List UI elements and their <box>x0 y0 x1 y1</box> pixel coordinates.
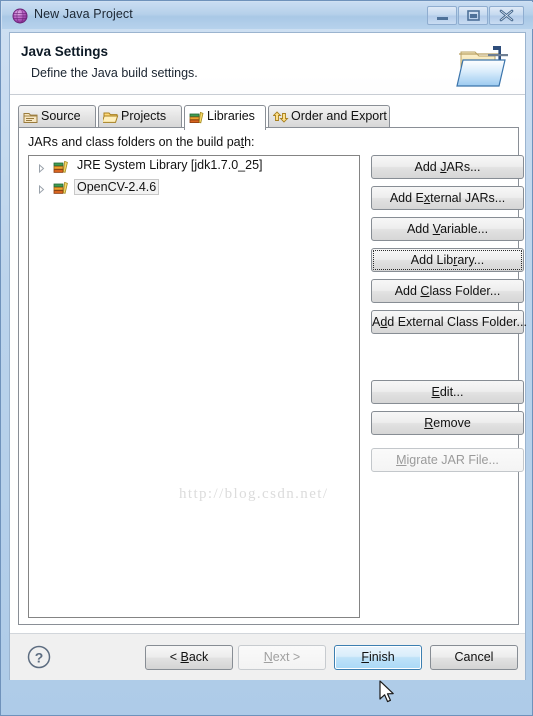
title-bar: New Java Project <box>2 2 533 29</box>
add-variable-button[interactable]: Add Variable... <box>371 217 524 241</box>
help-question-icon[interactable]: ? <box>26 644 52 670</box>
libraries-books-icon <box>189 109 205 125</box>
libraries-tab-page: JARs and class folders on the build path… <box>18 127 527 625</box>
list-item[interactable]: JRE System Library [jdk1.7.0_25] <box>29 156 359 177</box>
tab-source-label: Source <box>41 109 81 123</box>
tab-libraries[interactable]: Libraries <box>184 105 266 130</box>
add-external-class-folder-button[interactable]: Add External Class Folder... <box>371 310 527 334</box>
build-path-list-label: JARs and class folders on the build path… <box>28 135 255 149</box>
page-title: Java Settings <box>21 44 109 59</box>
chevron-right-icon[interactable] <box>37 183 46 195</box>
tab-projects[interactable]: Projects <box>98 105 182 128</box>
source-folder-icon <box>23 109 39 125</box>
java-wizard-icon <box>12 8 28 24</box>
remove-button[interactable]: Remove <box>371 411 524 435</box>
list-item[interactable]: OpenCV-2.4.6 <box>29 177 359 198</box>
maximize-button[interactable] <box>458 6 488 25</box>
cancel-button[interactable]: Cancel <box>430 645 518 670</box>
java-build-folder-icon <box>455 38 515 90</box>
library-books-icon <box>53 158 70 175</box>
back-button[interactable]: < Back <box>145 645 233 670</box>
add-library-button[interactable]: Add Library... <box>371 248 524 272</box>
edit-button[interactable]: Edit... <box>371 380 524 404</box>
finish-button[interactable]: Finish <box>334 645 422 670</box>
page-subtitle: Define the Java build settings. <box>31 66 198 80</box>
next-button[interactable]: Next > <box>238 645 326 670</box>
tab-strip: Source Projects Libraries Order and Expo… <box>18 105 519 130</box>
dialog-window: New Java Project Java Settings Define th… <box>0 0 533 716</box>
window-title: New Java Project <box>34 7 133 21</box>
projects-folder-icon <box>101 109 119 125</box>
list-item-label: OpenCV-2.4.6 <box>74 179 160 195</box>
dialog-button-bar: ? < Back Next > Finish Cancel <box>10 634 525 680</box>
add-class-folder-button[interactable]: Add Class Folder... <box>371 279 524 303</box>
close-button[interactable] <box>489 6 524 25</box>
tab-order-and-export-label: Order and Export <box>291 109 387 123</box>
minimize-button[interactable] <box>427 6 457 25</box>
svg-text:?: ? <box>35 649 44 665</box>
library-books-icon <box>53 179 70 196</box>
tab-libraries-label: Libraries <box>207 109 255 123</box>
list-item-label: JRE System Library [jdk1.7.0_25] <box>77 158 263 172</box>
tab-order-and-export[interactable]: Order and Export <box>268 105 390 128</box>
tab-source[interactable]: Source <box>18 105 96 128</box>
add-external-jars-button[interactable]: Add External JARs... <box>371 186 524 210</box>
tab-projects-label: Projects <box>121 109 167 123</box>
dialog-client-area: Java Settings Define the Java build sett… <box>9 32 527 680</box>
add-jars-button[interactable]: Add JARs... <box>371 155 524 179</box>
mouse-cursor <box>379 680 397 706</box>
build-path-list[interactable]: JRE System Library [jdk1.7.0_25] OpenCV-… <box>28 155 360 618</box>
wizard-header: Java Settings Define the Java build sett… <box>10 33 525 95</box>
chevron-right-icon[interactable] <box>37 162 46 174</box>
migrate-jar-file-button[interactable]: Migrate JAR File... <box>371 448 524 472</box>
order-export-arrows-icon <box>272 109 289 125</box>
